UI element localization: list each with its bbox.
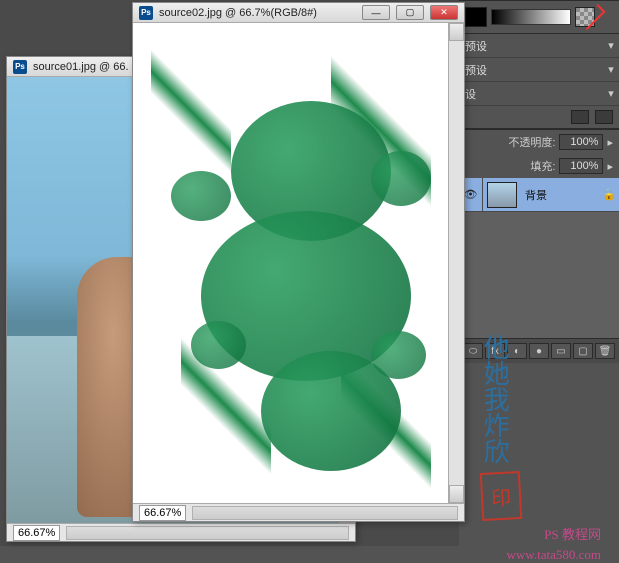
delete-layer-button[interactable]: 🗑 [595, 343, 615, 359]
watermark-line2: www.tata580.com [481, 547, 601, 563]
image-content [141, 31, 440, 495]
preset-row-1[interactable]: 预设 ▾ [459, 34, 619, 58]
vertical-scrollbar[interactable] [448, 23, 464, 503]
preset-label: 设 [459, 86, 603, 102]
eye-icon: 👁 [464, 188, 478, 201]
link-layers-button[interactable]: ⬭ [463, 343, 483, 359]
new-layer-button[interactable]: ▢ [573, 343, 593, 359]
fx-button[interactable]: fx [485, 343, 505, 359]
chevron-down-icon: ▾ [603, 39, 619, 52]
document-window-source02[interactable]: Ps source02.jpg @ 66.7%(RGB/8#) — ▢ ✕ [132, 2, 465, 522]
presets-panel: 预设 ▾ 预设 ▾ 设 ▾ [459, 33, 619, 106]
foreground-swatch[interactable] [465, 7, 487, 27]
layer-list: 👁 背景 🔒 [459, 178, 619, 338]
layer-thumbnail[interactable] [487, 182, 517, 208]
panel-menu-icon[interactable] [595, 110, 613, 124]
titlebar[interactable]: Ps source02.jpg @ 66.7%(RGB/8#) — ▢ ✕ [133, 3, 464, 23]
statusbar: 66.67% [133, 503, 464, 521]
preset-row-2[interactable]: 预设 ▾ [459, 58, 619, 82]
layer-name[interactable]: 背景 [521, 178, 599, 211]
no-color-swatch[interactable] [575, 7, 595, 27]
chevron-down-icon[interactable]: ▸ [607, 160, 613, 173]
group-button[interactable]: ▭ [551, 343, 571, 359]
swatches-panel [459, 0, 619, 33]
lock-icon: 🔒 [599, 178, 619, 211]
maximize-button[interactable]: ▢ [396, 5, 424, 20]
right-panels: 预设 ▾ 预设 ▾ 设 ▾ 不透明度: 100% ▸ 填充: [459, 0, 619, 546]
statusbar: 66.67% [7, 523, 355, 541]
adjustment-button[interactable]: ● [529, 343, 549, 359]
status-info[interactable] [192, 506, 458, 520]
canvas[interactable] [133, 23, 448, 503]
document-title: source02.jpg @ 66.7%(RGB/8#) [159, 7, 356, 19]
minimize-button[interactable]: — [362, 5, 390, 20]
opacity-label: 不透明度: [508, 134, 555, 150]
chevron-down-icon[interactable]: ▸ [607, 136, 613, 149]
photoshop-icon: Ps [13, 60, 27, 74]
panel-icon-row [459, 106, 619, 129]
chevron-down-icon: ▾ [603, 87, 619, 100]
close-button[interactable]: ✕ [430, 5, 458, 20]
preset-row-3[interactable]: 设 ▾ [459, 82, 619, 106]
preset-label: 预设 [459, 62, 603, 78]
gradient-preview[interactable] [491, 9, 571, 25]
layers-panel: 不透明度: 100% ▸ 填充: 100% ▸ 👁 背景 🔒 [459, 129, 619, 363]
status-info[interactable] [66, 526, 349, 540]
fill-label: 填充: [530, 158, 555, 174]
preset-label: 预设 [459, 38, 603, 54]
zoom-input[interactable]: 66.67% [139, 505, 186, 521]
workspace: WWW.MISSYUAN.COM 预设 ▾ 预设 ▾ 设 ▾ [0, 0, 619, 546]
opacity-input[interactable]: 100% [559, 134, 603, 150]
fill-input[interactable]: 100% [559, 158, 603, 174]
mask-button[interactable]: ◐ [507, 343, 527, 359]
chevron-down-icon: ▾ [603, 63, 619, 76]
layers-footer: ⬭ fx ◐ ● ▭ ▢ 🗑 [459, 338, 619, 363]
trash-icon[interactable] [571, 110, 589, 124]
layer-row[interactable]: 👁 背景 🔒 [459, 178, 619, 212]
photoshop-icon: Ps [139, 6, 153, 20]
zoom-input[interactable]: 66.67% [13, 525, 60, 541]
